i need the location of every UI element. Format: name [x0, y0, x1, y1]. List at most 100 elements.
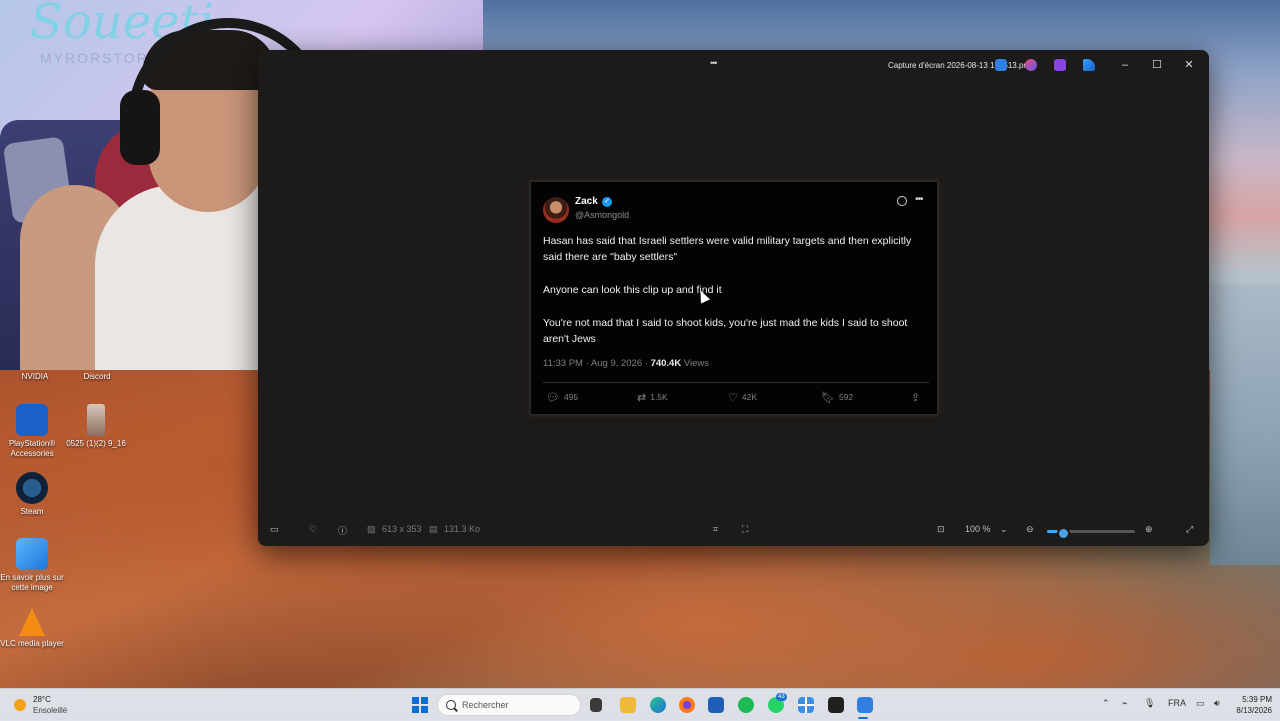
maximize-button[interactable]: ☐ [1148, 57, 1166, 73]
image-dimensions: 613 x 353 [382, 524, 422, 534]
taskbar-search[interactable]: Rechercher [437, 694, 581, 716]
search-icon [446, 700, 456, 710]
steam-icon [16, 472, 48, 504]
weather-temperature[interactable]: 28°C [33, 695, 51, 704]
desktop-icon-spotlight[interactable]: En savoir plus sur cette image [0, 538, 67, 593]
weather-condition[interactable]: Ensoleillé [33, 706, 67, 715]
verified-badge-icon: ✓ [602, 197, 612, 207]
tweet-author-name: Zack [575, 196, 598, 207]
tweet-reposts: ⇄ 1.5K [637, 391, 668, 404]
desktop-icon-label: VLC media player [0, 639, 64, 648]
snipping-tool-icon[interactable] [798, 697, 814, 713]
desktop-icon-vlc[interactable]: VLC media player [0, 608, 67, 649]
minimize-button[interactable]: – [1116, 57, 1134, 73]
chevron-up-icon[interactable]: ⌃ [1102, 698, 1110, 709]
file-size-icon: ▤ [429, 524, 438, 534]
viewer-toolbar: ▭ ♡ ⓘ ▨ 613 x 353 ▤ 131.3 Ko ⌗ ⛶ ⊡ 100 %… [258, 516, 1209, 546]
fullscreen-icon[interactable]: ⤢ [1186, 524, 1193, 535]
zoom-slider-thumb[interactable] [1056, 527, 1070, 540]
clock-date[interactable]: 8/13/2026 [1226, 706, 1272, 715]
microsoft-store-icon[interactable] [708, 697, 724, 713]
start-button[interactable] [412, 697, 428, 713]
close-button[interactable]: ✕ [1180, 57, 1198, 73]
photos-icon[interactable] [857, 697, 873, 713]
desktop-icon-label: Steam [20, 507, 44, 516]
active-app-indicator [858, 717, 868, 719]
edge-icon[interactable] [650, 697, 666, 713]
visual-search-icon[interactable]: ⛶ [742, 524, 748, 535]
terminal-icon[interactable] [828, 697, 844, 713]
desktop-icon-nvidia[interactable]: NVIDIA [0, 372, 70, 382]
viewer-title: Capture d'écran 2026-08-13 161513.png [888, 61, 1033, 70]
desktop-icon-video-file[interactable]: 0525 (1)(2) 9_16 [61, 404, 131, 449]
bookmarks-count: 592 [838, 391, 854, 402]
clock-time[interactable]: 5:39 PM [1238, 695, 1272, 704]
tweet-likes: ♡ 42K [728, 391, 757, 404]
bookmark-icon: 🔖︎ [821, 392, 835, 404]
tweet-meta: 11:33 PM · Aug 9, 2026 · 740.4K Views [543, 358, 709, 369]
desktop-icon-label: Discord [83, 372, 111, 381]
tweet-divider [543, 382, 929, 383]
tweet-author-handle: @Asmongold [575, 210, 630, 220]
tweet-paragraph-3: You're not mad that I said to shoot kids… [543, 317, 908, 345]
tweet-more-icon: ••• [915, 194, 923, 205]
fit-window-icon[interactable]: ⊡ [937, 524, 945, 535]
avatar [543, 197, 569, 223]
file-size: 131.3 Ko [444, 524, 481, 534]
onedrive-icon[interactable] [1083, 59, 1095, 71]
viewer-titlebar[interactable]: ••• Capture d'écran 2026-08-13 161513.pn… [483, 50, 1209, 82]
clipchamp-icon[interactable] [1054, 59, 1066, 71]
microphone-icon[interactable]: 🎙︎ [1144, 698, 1155, 709]
tweet-timestamp: 11:33 PM · Aug 9, 2026 · [543, 358, 651, 369]
neon-sign-sub: MYRORSTORE [40, 50, 161, 66]
whatsapp-badge: 43 [776, 693, 787, 701]
tweet-share: ⇪ [911, 391, 924, 404]
zoom-slider[interactable] [1047, 527, 1135, 540]
heart-icon: ♡ [728, 392, 738, 404]
info-icon[interactable]: ⓘ [338, 524, 347, 537]
playstation-icon [16, 404, 48, 436]
filmstrip-icon[interactable]: ▭ [270, 524, 279, 535]
desktop-icon-discord[interactable]: Discord [62, 372, 132, 382]
desktop-icon-playstation-accessories[interactable]: PlayStation® Accessories [0, 404, 67, 459]
tweet-paragraph-1: Hasan has said that Israeli settlers wer… [543, 235, 912, 263]
zoom-in-icon[interactable]: ⊕ [1145, 524, 1153, 535]
desktop-icon-label: En savoir plus sur cette image [0, 573, 64, 592]
desktop-icon-label: PlayStation® Accessories [8, 439, 56, 458]
image-dimensions-icon: ▨ [367, 524, 376, 534]
task-view-icon[interactable] [590, 698, 602, 712]
network-icon[interactable]: ⌁ [1122, 698, 1127, 709]
zoom-out-icon[interactable]: ⊖ [1026, 524, 1034, 535]
grok-icon [897, 196, 907, 206]
tweet-views-label: Views [681, 358, 710, 369]
file-explorer-icon[interactable] [620, 697, 636, 713]
display-icon[interactable]: ▭ [1196, 698, 1205, 709]
desktop-icon-steam[interactable]: Steam [0, 472, 67, 517]
vlc-cone-icon [19, 608, 45, 636]
reposts-count: 1.5K [650, 391, 668, 402]
desktop-icon-label: 0525 (1)(2) 9_16 [66, 439, 126, 448]
zoom-level[interactable]: 100 % [965, 524, 991, 534]
likes-count: 42K [741, 391, 757, 402]
edit-image-icon[interactable] [995, 59, 1007, 71]
repost-icon: ⇄ [637, 392, 647, 404]
taskbar: 28°C Ensoleillé Rechercher 43 ⌃ ⌁ 🎙︎ FRA… [0, 688, 1280, 721]
speaker-icon[interactable]: 🔊︎ [1214, 698, 1220, 709]
desktop-icon-label: NVIDIA [21, 372, 49, 381]
crop-icon[interactable]: ⌗ [713, 524, 718, 535]
sun-icon[interactable] [14, 699, 26, 711]
language-indicator[interactable]: FRA [1168, 698, 1186, 708]
spotify-icon[interactable] [738, 697, 754, 713]
tweet-views-count: 740.4K [650, 358, 682, 369]
reply-icon: 💬︎ [546, 392, 560, 404]
tweet-bookmarks: 🔖︎ 592 [821, 391, 853, 404]
video-thumbnail-icon [87, 404, 105, 436]
more-options-icon[interactable]: ••• [710, 58, 718, 68]
tweet-image: Zack ✓ @Asmongold ••• Hasan has said tha… [530, 181, 938, 415]
favorite-heart-icon[interactable]: ♡ [309, 524, 317, 535]
firefox-icon[interactable] [679, 697, 695, 713]
zoom-dropdown-chevron-icon[interactable]: ⌄ [1000, 524, 1008, 535]
copilot-icon[interactable] [1025, 59, 1037, 71]
spotlight-icon [16, 538, 48, 570]
search-placeholder: Rechercher [462, 700, 509, 710]
